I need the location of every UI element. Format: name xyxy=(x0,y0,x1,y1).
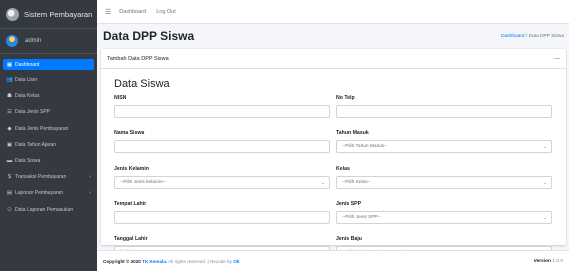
breadcrumb: Dashboard / Data DPP Siswa xyxy=(501,34,564,39)
chevron-down-icon: ⌄ xyxy=(543,144,547,149)
chevron-left-icon: ‹ xyxy=(89,190,91,197)
sidebar-item-label: Data User xyxy=(15,77,38,84)
sidebar-item-label: Data Siswa xyxy=(15,158,41,165)
copyright-prefix: Copyright © 2020 xyxy=(103,258,141,264)
recoder-link[interactable]: Ok xyxy=(233,259,239,264)
sidebar-item-data-siswa[interactable]: ▬ Data Siswa xyxy=(3,155,94,167)
nama-siswa-field[interactable] xyxy=(114,140,330,153)
menu-toggle-icon[interactable]: ☰ xyxy=(105,8,111,16)
sidebar-item-label: Laporan Pembayaran xyxy=(15,190,64,197)
kelas-select[interactable]: --Pilih Kelas-- ⌄ xyxy=(336,176,552,189)
jenis-kelamin-select[interactable]: --Pilih Jenis kelamin-- ⌄ xyxy=(114,176,330,189)
card-header: Tambah Data DPP Siswa — xyxy=(101,49,566,69)
breadcrumb-current: Data DPP Siswa xyxy=(528,33,564,39)
jenis-kelamin-group: Jenis Kelamin --Pilih Jenis kelamin-- ⌄ xyxy=(114,166,330,189)
form-card: Tambah Data DPP Siswa — Data Siswa NISN … xyxy=(101,49,566,259)
sidebar-item-label: Data Jenis SPP xyxy=(15,109,51,116)
book-icon: ▬ xyxy=(6,158,13,165)
user-panel[interactable]: admin xyxy=(0,29,97,54)
tempat-lahir-label: Tempat Lahir xyxy=(114,201,147,207)
footer-version: Version 1.0.0 xyxy=(534,259,563,264)
version-label: Version xyxy=(533,258,551,264)
sidebar: Sistem Pembayaran admin ▦ Dashboard 👥 Da… xyxy=(0,0,97,271)
collapse-button[interactable]: — xyxy=(554,56,560,62)
list-icon: ☰ xyxy=(7,109,12,116)
kelas-group: Kelas --Pilih Kelas-- ⌄ xyxy=(336,166,552,189)
report-icon: ▤ xyxy=(6,190,13,197)
chevron-down-icon: ⌄ xyxy=(321,180,325,185)
nisn-label: NISN xyxy=(114,95,127,101)
tanggal-lahir-label: Tanggal Lahir xyxy=(114,236,148,242)
tempat-lahir-group: Tempat Lahir xyxy=(114,201,330,224)
brand-title: Sistem Pembayaran xyxy=(24,9,93,19)
jenis-spp-select[interactable]: --Pilih Jenis SPP-- ⌄ xyxy=(336,211,552,224)
no-telp-field[interactable] xyxy=(336,105,552,118)
topbar-link-logout[interactable]: Log Out xyxy=(156,9,176,15)
nama-siswa-label: Nama Siswa xyxy=(114,130,145,136)
footer: Copyright © 2020 TK Kemala. All rights r… xyxy=(97,250,569,271)
calendar-icon: ▣ xyxy=(6,141,13,148)
sidebar-item-label: Data Tahun Ajaran xyxy=(15,141,57,148)
sidebar-item-label: Data Kelas xyxy=(15,93,40,100)
sidebar-item-dashboard[interactable]: ▦ Dashboard xyxy=(3,59,94,70)
app: Sistem Pembayaran admin ▦ Dashboard 👥 Da… xyxy=(0,0,569,271)
org-link[interactable]: TK Kemala. xyxy=(142,259,167,264)
jenis-kelamin-label: Jenis Kelamin xyxy=(114,166,149,172)
avatar xyxy=(6,35,18,47)
kelas-value: --Pilih Kelas-- xyxy=(342,180,371,185)
sidebar-item-transaksi-pembayaran[interactable]: $ Transaksi Pembayaran ‹ xyxy=(3,171,94,183)
nisn-group: NISN xyxy=(114,95,330,118)
chevron-left-icon: ‹ xyxy=(89,174,91,181)
topbar-link-dashboard[interactable]: Dashboard xyxy=(119,9,146,15)
jenis-spp-label: Jenis SPP xyxy=(336,201,362,207)
sidebar-item-label: Transaksi Pembayaran xyxy=(15,174,67,181)
sidebar-item-laporan-pembayaran[interactable]: ▤ Laporan Pembayaran ‹ xyxy=(3,187,94,199)
breadcrumb-separator: / xyxy=(525,33,528,39)
section-title: Data Siswa xyxy=(114,78,170,90)
sidebar-item-label: Dashboard xyxy=(15,61,40,68)
dollar-icon: $ xyxy=(7,174,12,181)
sidebar-item-data-kelas[interactable]: ☗ Data Kelas xyxy=(3,90,94,102)
tahun-masuk-value: --Pilih Tahun Masuk-- xyxy=(342,144,388,149)
jenis-baju-label: Jenis Baju xyxy=(336,236,362,242)
nama-siswa-group: Nama Siswa xyxy=(114,130,330,153)
tahun-masuk-group: Tahun Masuk --Pilih Tahun Masuk-- ⌄ xyxy=(336,130,552,153)
kelas-label: Kelas xyxy=(336,166,350,172)
users-icon: 👥 xyxy=(6,77,13,84)
nisn-field[interactable] xyxy=(114,105,330,118)
sidebar-item-data-laporan-pemasukan[interactable]: ⚇ Data Laporan Pemasukan xyxy=(3,204,94,216)
jenis-kelamin-value: --Pilih Jenis kelamin-- xyxy=(120,180,166,185)
breadcrumb-home[interactable]: Dashboard xyxy=(501,34,524,39)
tahun-masuk-select[interactable]: --Pilih Tahun Masuk-- ⌄ xyxy=(336,140,552,153)
topbar: ☰ Dashboard Log Out xyxy=(97,0,569,24)
class-icon: ☗ xyxy=(7,93,12,100)
sidebar-item-data-jenis-pembayaran[interactable]: ◆ Data Jenis Pembayaran xyxy=(3,123,94,135)
user-name: admin xyxy=(25,38,42,44)
tempat-lahir-field[interactable] xyxy=(114,211,330,224)
sidebar-item-label: Data Jenis Pembayaran xyxy=(15,125,69,132)
tag-icon: ◆ xyxy=(7,125,12,132)
no-telp-group: No Telp xyxy=(336,95,552,118)
page-title: Data DPP Siswa xyxy=(103,29,195,43)
version-number: 1.0.0 xyxy=(552,258,563,264)
dashboard-icon: ▦ xyxy=(6,61,13,68)
sidebar-item-label: Data Laporan Pemasukan xyxy=(15,206,74,213)
sidebar-nav: ▦ Dashboard 👥 Data User ☗ Data Kelas ☰ D… xyxy=(0,54,97,216)
brand-logo-icon xyxy=(6,7,19,21)
footer-copyright: Copyright © 2020 TK Kemala. All rights r… xyxy=(103,259,239,264)
user-report-icon: ⚇ xyxy=(7,206,12,213)
card-title: Tambah Data DPP Siswa xyxy=(107,55,169,62)
chevron-down-icon: ⌄ xyxy=(543,215,547,220)
sidebar-item-data-jenis-spp[interactable]: ☰ Data Jenis SPP xyxy=(3,106,94,118)
jenis-spp-group: Jenis SPP --Pilih Jenis SPP-- ⌄ xyxy=(336,201,552,224)
content-header: Data DPP Siswa Dashboard / Data DPP Sisw… xyxy=(97,24,569,48)
jenis-spp-value: --Pilih Jenis SPP-- xyxy=(342,215,381,220)
chevron-down-icon: ⌄ xyxy=(543,180,547,185)
no-telp-label: No Telp xyxy=(336,95,355,101)
rights-text: All rights reserved. | Recode by xyxy=(168,258,232,264)
sidebar-item-data-tahun-ajaran[interactable]: ▣ Data Tahun Ajaran xyxy=(3,139,94,151)
tahun-masuk-label: Tahun Masuk xyxy=(336,130,369,136)
sidebar-item-data-user[interactable]: 👥 Data User xyxy=(3,74,94,86)
brand-link[interactable]: Sistem Pembayaran xyxy=(0,0,97,29)
